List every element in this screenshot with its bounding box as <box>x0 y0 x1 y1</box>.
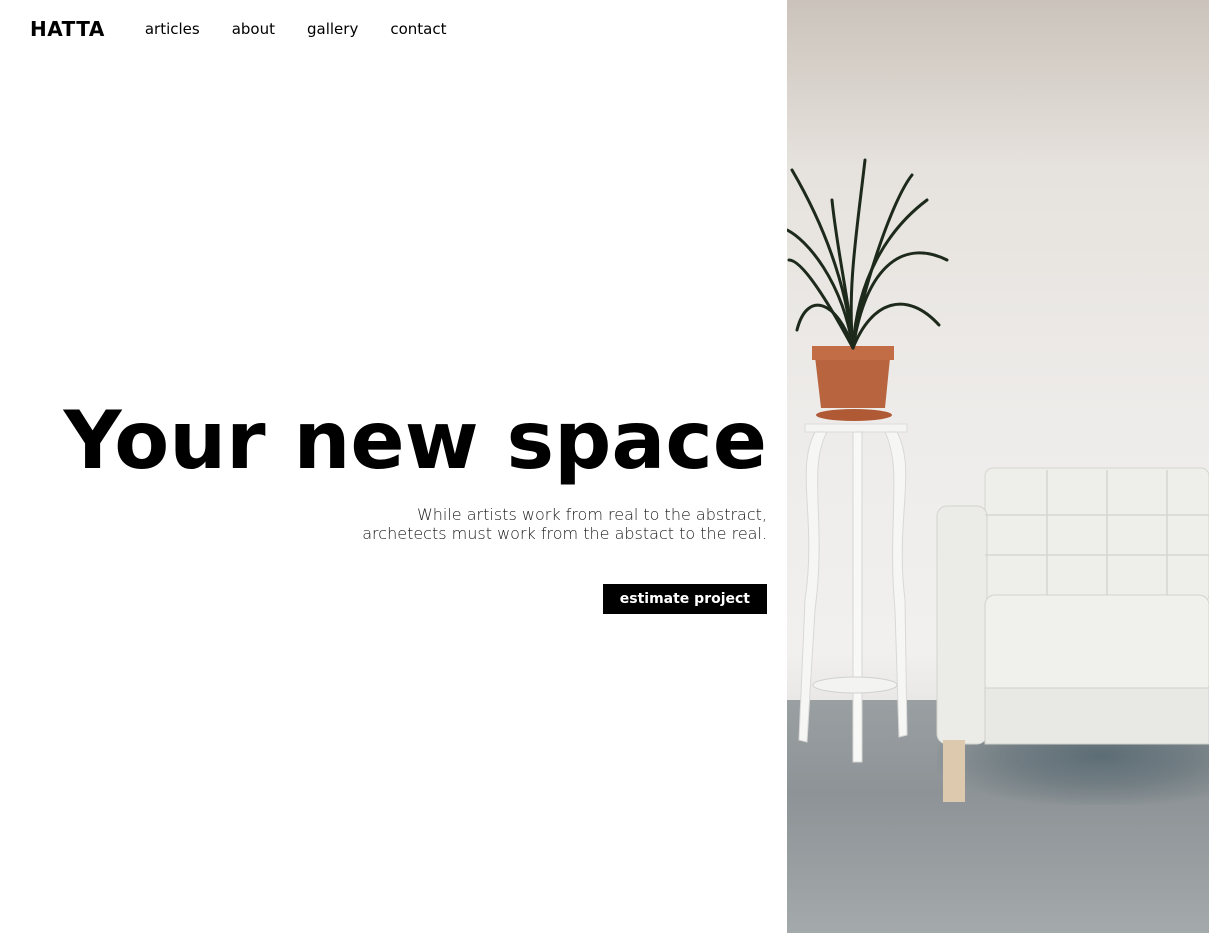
hero-photo <box>787 0 1209 933</box>
nav-link-contact[interactable]: contact <box>390 20 446 38</box>
logo[interactable]: HATTA <box>30 17 105 41</box>
hero-section: Your new space While artists work from r… <box>64 395 767 614</box>
plant-pot-icon <box>812 346 894 421</box>
interior-illustration <box>787 158 1209 802</box>
hero-headline: Your new space <box>63 394 767 487</box>
estimate-project-button[interactable]: estimate project <box>602 584 767 614</box>
hero-subtext-line-2: archetects must work from the abstact to… <box>362 524 767 543</box>
top-nav: HATTA articles about gallery contact <box>30 17 478 41</box>
nav-link-about[interactable]: about <box>232 20 275 38</box>
hero-subtext: While artists work from real to the abst… <box>64 505 767 543</box>
plant-stand-icon <box>798 423 908 763</box>
nav-link-articles[interactable]: articles <box>145 20 200 38</box>
page: HATTA articles about gallery contact You… <box>0 0 1209 933</box>
hero-subtext-line-1: While artists work from real to the abst… <box>416 505 767 524</box>
nav-link-gallery[interactable]: gallery <box>307 20 358 38</box>
left-panel: HATTA articles about gallery contact You… <box>0 0 787 933</box>
sofa-icon <box>936 467 1209 802</box>
plant-leaves-icon <box>787 158 949 350</box>
